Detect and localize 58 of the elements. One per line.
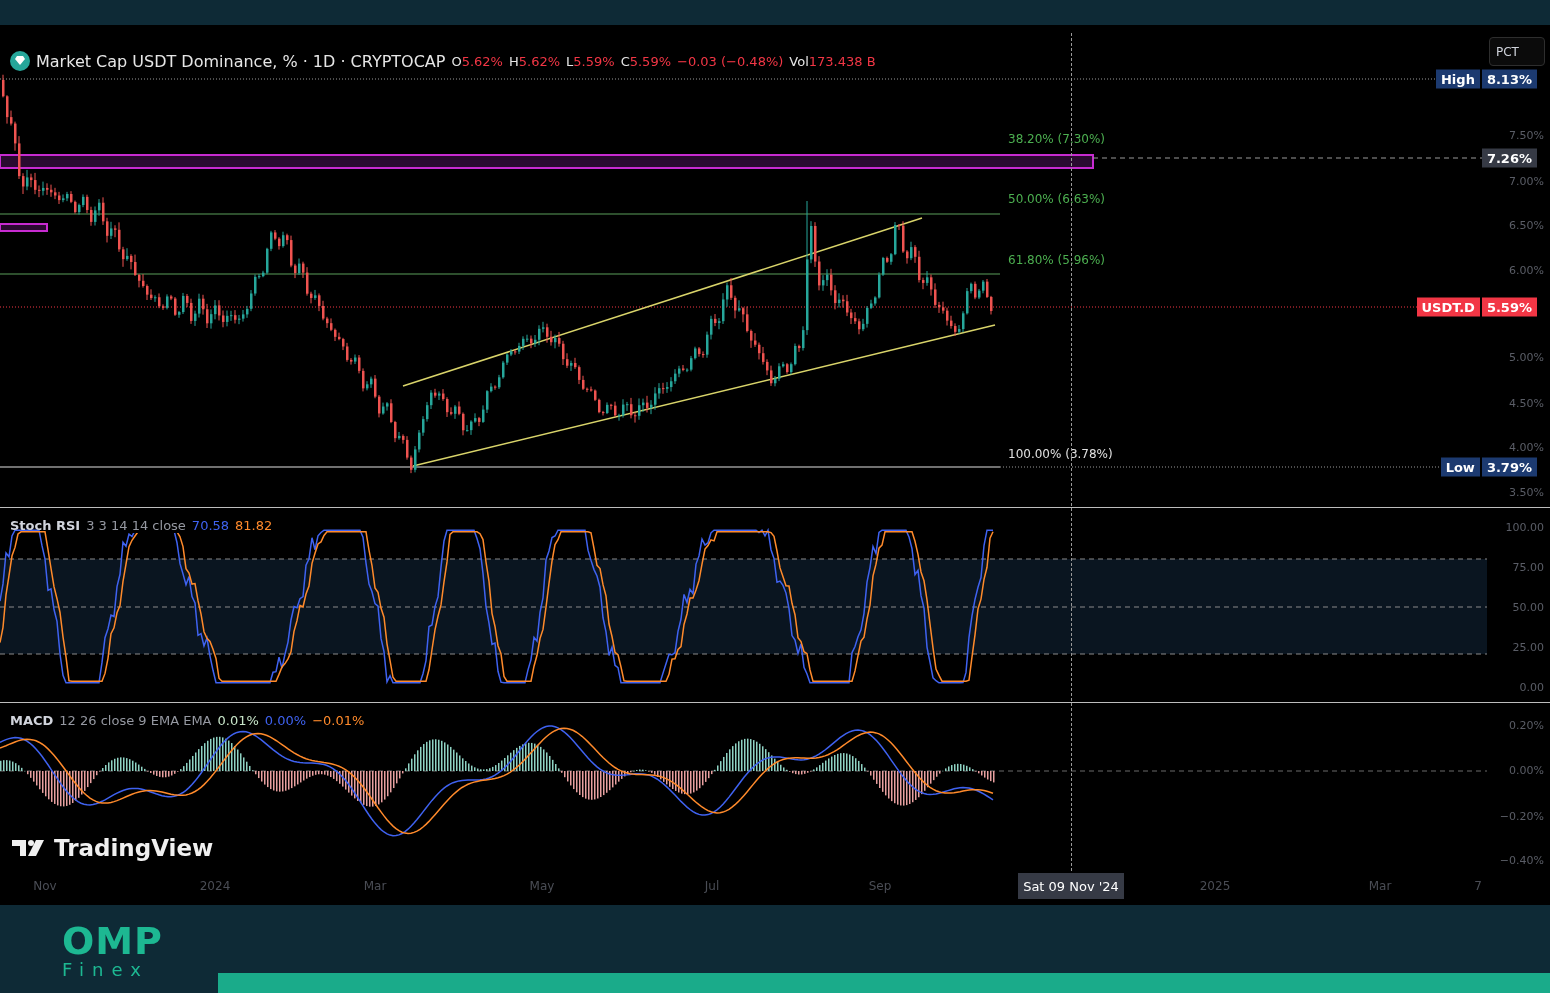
fib-level-label: 38.20% (7.30%) — [1008, 132, 1106, 146]
ohlc-value: H5.62% — [509, 53, 561, 69]
symbol-label: USDT.D — [1416, 297, 1480, 317]
macd-tick: −0.20% — [1499, 809, 1544, 823]
logo-text: TradingView — [54, 835, 214, 861]
indicator-value: 81.82 — [235, 518, 273, 533]
last-price-label: 5.59% — [1481, 297, 1537, 317]
ohlc-value: C5.59% — [620, 53, 672, 69]
stoch-tick: 75.00 — [1512, 560, 1544, 574]
ohlc-value: O5.62% — [451, 53, 503, 69]
time-tick: May — [529, 879, 555, 893]
stoch-tick: 50.00 — [1512, 600, 1544, 614]
indicator-params: 12 26 close 9 EMA EMA — [59, 713, 212, 728]
price-tick: 5.00% — [1509, 350, 1544, 364]
price-tick: 7.50% — [1509, 128, 1544, 142]
time-tick: Mar — [1368, 879, 1392, 893]
stoch-tick: 25.00 — [1512, 640, 1544, 654]
indicator-value: −0.01% — [312, 713, 365, 728]
price-tick: 4.00% — [1509, 440, 1544, 454]
change-value: −0.03 (−0.48%) — [677, 53, 784, 69]
fib-level-label: 100.00% (3.78%) — [1008, 447, 1113, 461]
macd-tick: −0.40% — [1499, 853, 1544, 867]
time-tick: 2025 — [1199, 879, 1231, 893]
brand-tagline: Finex — [62, 959, 149, 981]
ohlc-value: L5.59% — [566, 53, 615, 69]
stoch-tick: 0.00 — [1519, 680, 1544, 694]
price-tick: 3.50% — [1509, 485, 1544, 499]
indicator-params: 3 3 14 14 close — [86, 518, 186, 533]
macd-tick: 0.20% — [1509, 718, 1544, 732]
scale-button[interactable]: PCT — [1489, 37, 1545, 66]
time-tick: Sep — [868, 879, 892, 893]
fib-level-label: 61.80% (5.96%) — [1008, 253, 1106, 267]
crosshair-price-label: 7.26% — [1481, 148, 1537, 168]
price-tick: 4.50% — [1509, 396, 1544, 410]
high-label: High — [1436, 69, 1480, 89]
brand-name: OMP — [62, 923, 163, 959]
indicator-name: Stoch RSI — [10, 518, 81, 533]
time-tick: 2024 — [199, 879, 231, 893]
macd-tick: 0.00% — [1509, 763, 1544, 777]
low-price-label: 3.79% — [1481, 457, 1537, 477]
price-tick: 7.00% — [1509, 174, 1544, 188]
indicator-value: 70.58 — [191, 518, 230, 533]
symbol-title: Market Cap USDT Dominance, % · 1D · CRYPTOCAP — [36, 51, 446, 71]
indicator-name: MACD — [10, 713, 54, 728]
time-tick: Nov — [33, 879, 57, 893]
volume-value: Vol173.438 B — [789, 53, 876, 69]
price-tick: 6.50% — [1509, 218, 1544, 232]
stoch-tick: 100.00 — [1505, 520, 1544, 534]
high-price-label: 8.13% — [1481, 69, 1537, 89]
time-tick: Mar — [363, 879, 387, 893]
price-tick: 6.00% — [1509, 263, 1544, 277]
fib-level-label: 50.00% (6.63%) — [1008, 192, 1106, 206]
time-tick: 7 — [1474, 879, 1482, 893]
indicator-value: 0.00% — [264, 713, 307, 728]
indicator-value: 0.01% — [217, 713, 259, 728]
low-label: Low — [1440, 457, 1480, 477]
crosshair-date-label: Sat 09 Nov '24 — [1018, 873, 1124, 899]
time-tick: Jul — [704, 879, 720, 893]
